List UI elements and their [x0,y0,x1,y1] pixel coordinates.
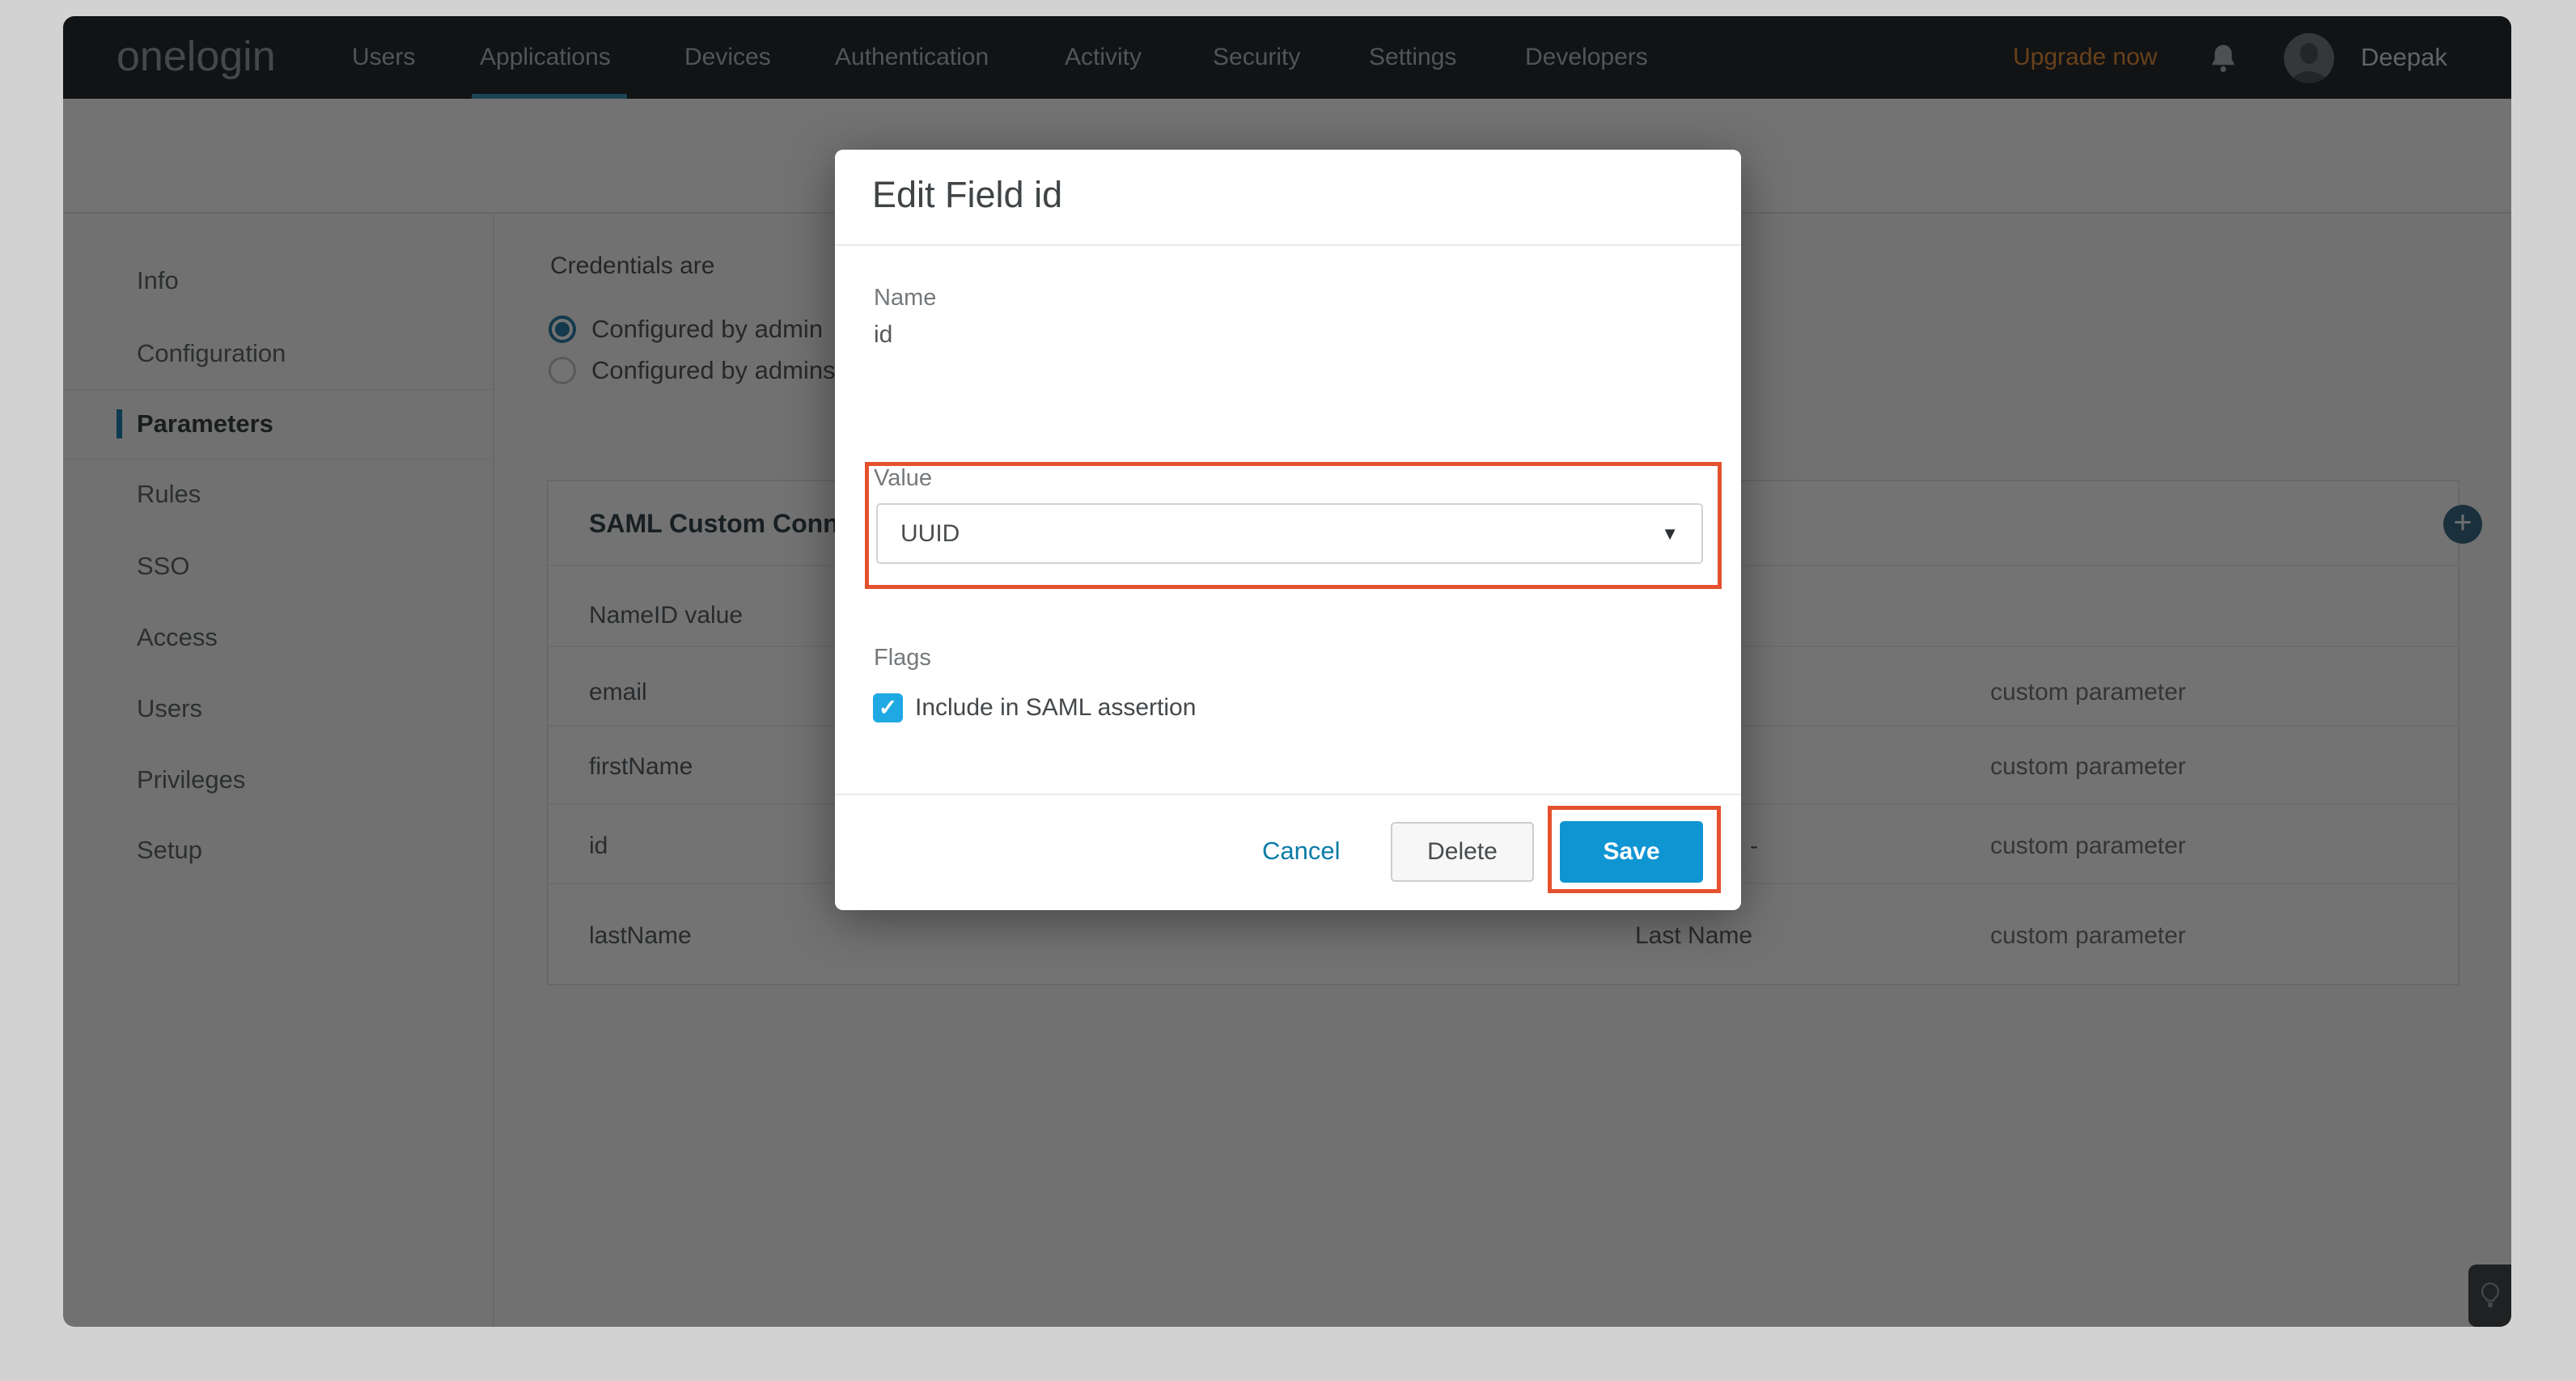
edit-field-modal: Edit Field id Name id Value UUID ▼ Flags… [835,150,1741,910]
modal-footer-divider [835,794,1741,795]
modal-header-divider [835,244,1741,246]
cancel-button[interactable]: Cancel [1262,837,1341,866]
value-dropdown[interactable]: UUID ▼ [876,503,1703,564]
flags-label: Flags [874,645,931,671]
app-window: onelogin Users Applications Devices Auth… [63,16,2511,1327]
name-label: Name [874,285,936,311]
modal-save-button[interactable]: Save [1560,821,1703,883]
delete-button[interactable]: Delete [1391,822,1534,882]
modal-title: Edit Field id [872,174,1062,216]
check-icon: ✓ [879,695,897,720]
value-label: Value [874,465,932,492]
value-dropdown-selected: UUID [900,520,960,548]
include-saml-label[interactable]: Include in SAML assertion [915,692,1196,724]
caret-down-icon: ▼ [1661,523,1679,544]
name-value: id [874,321,892,349]
include-saml-checkbox[interactable]: ✓ [873,693,903,722]
